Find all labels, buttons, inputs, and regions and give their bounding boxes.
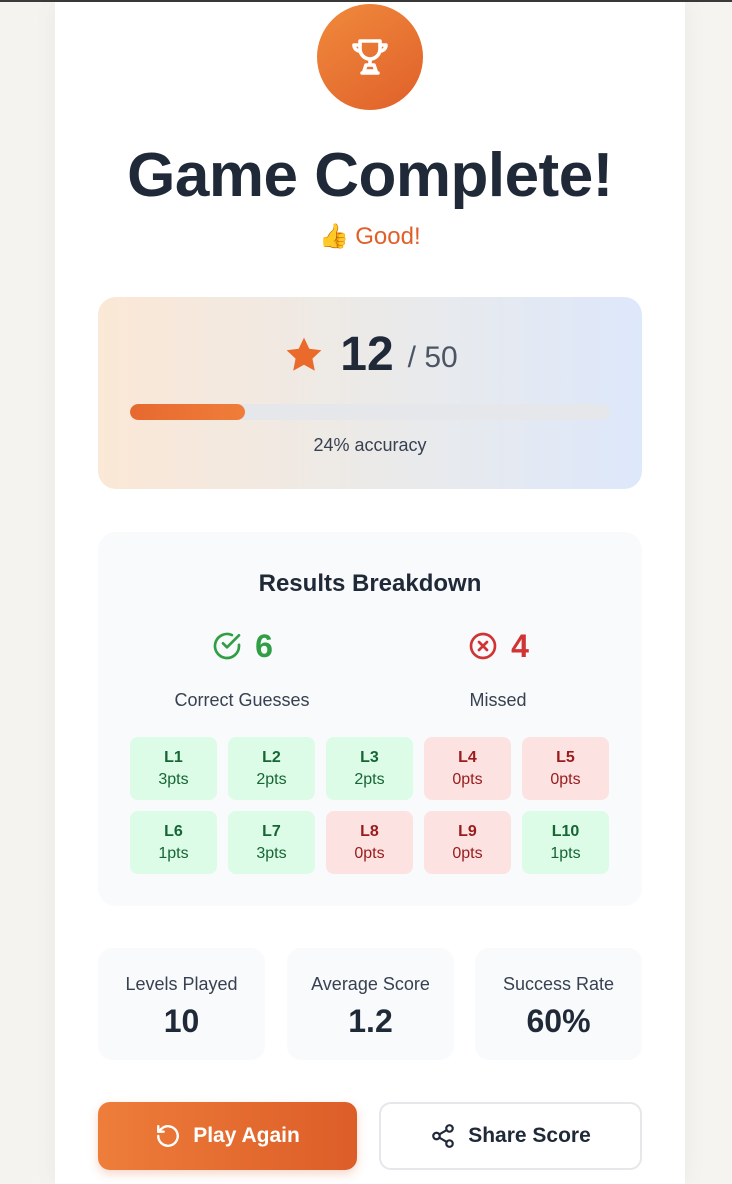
score-max: / 50 [407,340,458,374]
level-name: L6 [164,822,183,840]
x-circle-icon [469,632,497,660]
level-name: L3 [360,748,379,766]
rotate-ccw-icon [157,1125,180,1147]
level-name: L10 [551,822,580,840]
level-tile: L9 0pts [424,811,511,874]
level-name: L5 [556,748,575,766]
level-tile: L8 0pts [326,811,413,874]
correct-stat: 6 Correct Guesses [142,626,342,711]
stat-success-rate: Success Rate 60% [475,948,642,1060]
missed-stat: 4 Missed [398,626,598,711]
thumbs-up-icon: 👍 [319,223,350,250]
level-tile: L5 0pts [522,737,609,800]
level-tile: L10 1pts [522,811,609,874]
level-grid: L1 3pts L2 2pts L3 2pts L4 0pts L5 0pts L6 1pt… [130,737,610,874]
stat-label: Success Rate [502,974,615,994]
score-value: 12 [340,328,394,381]
level-points: 3pts [158,770,189,788]
results-breakdown: Results Breakdown 6 Correct Guesses 4 Mi… [98,532,642,906]
level-points: 0pts [550,770,581,788]
level-points: 0pts [354,844,385,862]
stat-average-score: Average Score 1.2 [287,948,454,1060]
score-progress-bar [130,404,610,420]
stat-levels-played: Levels Played 10 [98,948,265,1060]
accuracy-text: 24% accuracy [313,435,427,455]
correct-count: 6 [255,627,273,664]
level-points: 3pts [256,844,287,862]
stat-label: Average Score [311,974,430,994]
rating-text: Good! [355,223,421,250]
level-points: 2pts [354,770,385,788]
level-tile: L6 1pts [130,811,217,874]
share-score-label: Share Score [468,1124,591,1147]
check-circle-icon [213,632,241,660]
level-points: 2pts [256,770,287,788]
trophy-icon [352,39,388,75]
page-title: Game Complete! [127,141,613,210]
level-name: L4 [458,748,477,766]
score-progress-fill [130,404,246,420]
level-name: L9 [458,822,477,840]
score-row: 12 / 50 [98,327,642,382]
play-again-button[interactable]: Play Again [98,1102,357,1170]
level-tile: L2 2pts [228,737,315,800]
score-panel: 12 / 50 24% accuracy [98,297,642,489]
level-tile: L3 2pts [326,737,413,800]
level-tile: L1 3pts [130,737,217,800]
play-again-label: Play Again [193,1124,300,1147]
star-icon [286,337,322,371]
trophy-badge [317,4,423,110]
stat-value: 60% [526,1003,591,1039]
correct-label: Correct Guesses [174,690,310,710]
level-name: L7 [262,822,281,840]
stat-label: Levels Played [125,974,238,994]
results-title: Results Breakdown [258,570,482,597]
rating-label: 👍 Good! [55,222,685,251]
level-name: L2 [262,748,281,766]
level-points: 0pts [452,770,483,788]
share-score-button[interactable]: Share Score [379,1102,642,1170]
level-name: L8 [360,822,379,840]
level-name: L1 [164,748,183,766]
level-tile: L7 3pts [228,811,315,874]
stat-value: 1.2 [348,1003,393,1039]
level-tile: L4 0pts [424,737,511,800]
missed-count: 4 [511,627,529,664]
missed-label: Missed [469,690,527,710]
level-points: 1pts [550,844,581,862]
share-icon [432,1124,455,1148]
stat-value: 10 [163,1003,200,1039]
level-points: 0pts [452,844,483,862]
level-points: 1pts [158,844,189,862]
results-card: Game Complete! 👍 Good! 12 / 50 24% accura… [55,2,685,1184]
